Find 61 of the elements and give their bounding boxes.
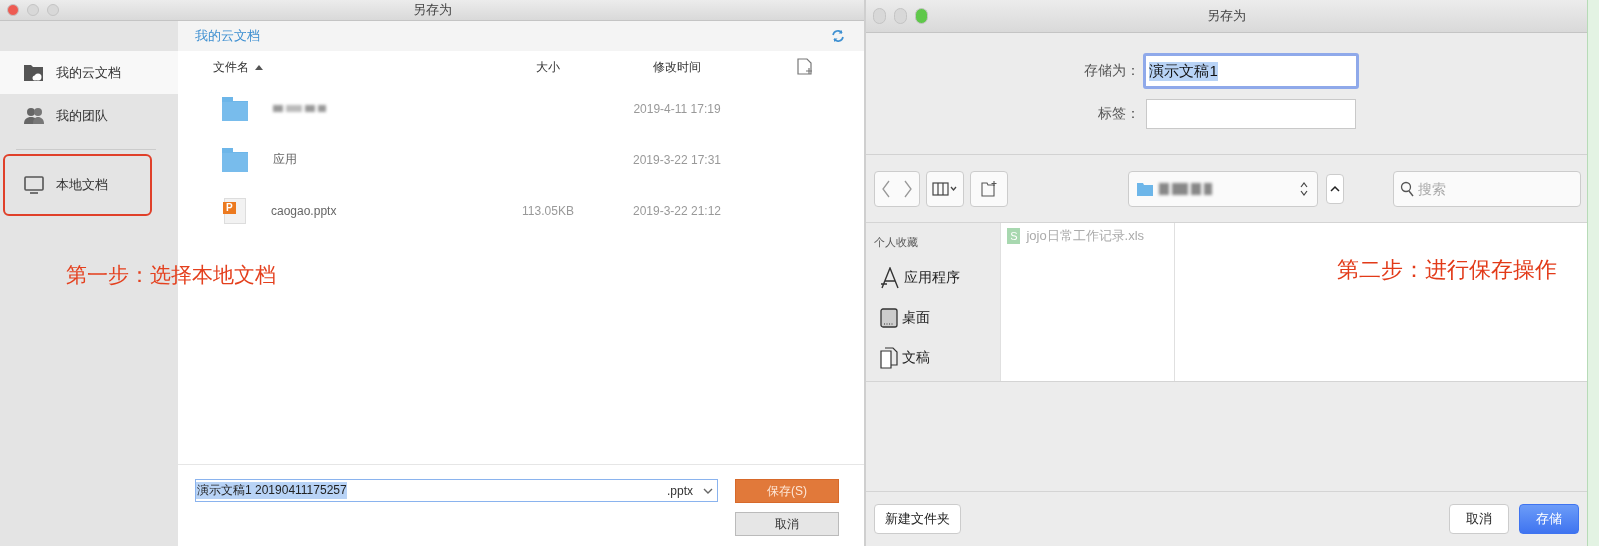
location-popup[interactable] <box>1127 170 1318 207</box>
folder-icon <box>222 96 248 121</box>
new-folder-button[interactable] <box>970 170 1009 207</box>
save-as-field[interactable]: 演示文稿1 <box>1143 53 1360 89</box>
sidebar-item[interactable]: 文稿 <box>874 338 931 378</box>
filename-field[interactable]: 演示文稿1 20190411175257 .pptx <box>195 479 718 502</box>
sidebar-item[interactable]: 桌面 <box>874 298 931 338</box>
new-folder-icon[interactable] <box>796 58 815 76</box>
blurred-name <box>273 105 326 112</box>
tags-field[interactable] <box>1146 99 1357 129</box>
column-header[interactable]: 大小 <box>503 58 593 76</box>
modified-time: 2019-3-22 21:12 <box>632 203 722 218</box>
new-folder-button[interactable]: 新建文件夹 <box>874 504 962 534</box>
spreadsheet-file-icon: S <box>1007 228 1021 244</box>
window-title: 另存为 <box>1207 7 1247 25</box>
folder-icon <box>1136 181 1153 196</box>
column-header[interactable]: 修改时间 <box>593 58 761 76</box>
columns-icon <box>932 181 959 196</box>
cancel-button[interactable]: 取消 <box>1449 504 1509 534</box>
back-forward-control[interactable] <box>874 170 921 207</box>
blurred-name <box>1158 182 1212 195</box>
people-icon <box>23 105 45 126</box>
sidebar-item[interactable]: 本地文档 <box>3 154 152 216</box>
document-icon <box>880 347 899 369</box>
chevron-down-icon <box>703 486 713 495</box>
annotation-text: 第一步：选择本地文档 <box>66 262 276 288</box>
apps-icon <box>880 267 901 289</box>
sidebar-item[interactable]: 我的云文档 <box>0 51 178 94</box>
annotation-text: 第二步：进行保存操作 <box>1337 256 1557 284</box>
search-icon <box>1400 180 1414 197</box>
refresh-icon[interactable] <box>830 28 847 44</box>
up-button[interactable] <box>1325 173 1344 204</box>
window-title: 另存为 <box>412 1 452 19</box>
presentation-file-icon: P <box>224 197 246 224</box>
file-name[interactable]: caogao.pptx <box>271 203 337 218</box>
window-control[interactable] <box>27 4 39 16</box>
caret-up-icon <box>1329 184 1340 193</box>
cancel-button[interactable]: 取消 <box>735 512 839 536</box>
monitor-icon <box>23 175 45 195</box>
field-label: 标签： <box>1097 105 1141 123</box>
window-control[interactable] <box>915 8 929 24</box>
window-control[interactable] <box>7 4 19 16</box>
modified-time: 2019-3-22 17:31 <box>632 152 722 167</box>
extension-dropdown[interactable]: .pptx <box>667 483 713 498</box>
file-size: 113.05KB <box>522 203 574 218</box>
field-label: 存储为： <box>1083 62 1141 80</box>
modified-time: 2019-4-11 17:19 <box>633 101 721 116</box>
sidebar-item[interactable]: 应用程序 <box>874 258 961 298</box>
search-field[interactable]: 搜索 <box>1393 170 1581 207</box>
folder-icon <box>222 147 248 172</box>
file-name[interactable]: 应用 <box>273 151 297 168</box>
cloud-folder-icon <box>23 62 45 83</box>
view-button[interactable] <box>926 170 965 207</box>
window-control[interactable] <box>47 4 59 16</box>
new-folder-icon <box>980 179 999 198</box>
section-heading: 个人收藏 <box>874 235 919 250</box>
window-control[interactable] <box>873 8 887 24</box>
desktop-icon <box>880 308 899 328</box>
window-control[interactable] <box>894 8 908 24</box>
column-header[interactable]: 文件名 <box>213 58 503 76</box>
sidebar-item[interactable]: 我的团队 <box>0 94 178 137</box>
